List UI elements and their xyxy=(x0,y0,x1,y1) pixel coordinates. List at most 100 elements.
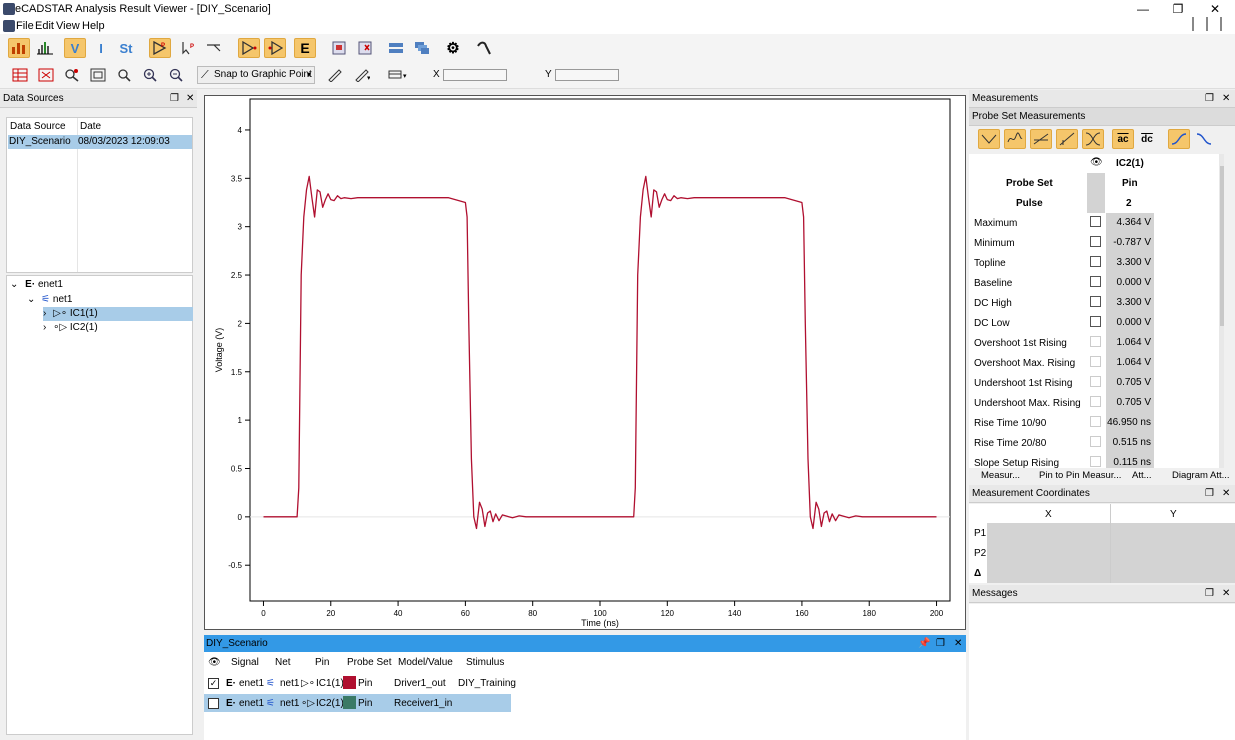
measurement-row[interactable]: Overshoot Max. Rising 1.064 V xyxy=(969,353,1224,373)
crossing-icon[interactable] xyxy=(1082,129,1104,149)
branch-probe-icon[interactable] xyxy=(203,38,225,58)
zoom-fit-icon[interactable] xyxy=(88,66,108,84)
pin-icon[interactable]: 📌 xyxy=(918,635,930,652)
row-visible-checkbox[interactable] xyxy=(208,698,219,709)
current-button[interactable]: I xyxy=(90,38,112,58)
tab-pin-to-pin[interactable]: Pin to Pin Measur... xyxy=(1039,470,1121,481)
app-menu-icon[interactable] xyxy=(3,20,15,32)
table-row[interactable]: ✓ E· enet1 ⚟ net1 ▷∘ IC1(1) Pin Driver1_… xyxy=(204,674,516,692)
float-icon[interactable]: ❐ xyxy=(170,90,179,108)
measurement-row[interactable]: Topline 3.300 V xyxy=(969,253,1224,273)
measurement-checkbox[interactable] xyxy=(1090,296,1101,307)
tree-item-ic2[interactable]: › ∘▷ IC2(1) xyxy=(43,321,98,335)
state-button[interactable]: St xyxy=(115,38,137,58)
measurement-checkbox[interactable] xyxy=(1090,416,1101,427)
ruler-icon[interactable] xyxy=(325,66,345,84)
falling-edge-icon[interactable] xyxy=(1193,129,1215,149)
measurement-checkbox[interactable] xyxy=(1090,276,1101,287)
split-horizontal-icon[interactable] xyxy=(385,38,407,58)
histogram-icon[interactable] xyxy=(34,38,56,58)
slope-icon[interactable] xyxy=(1056,129,1078,149)
chevron-right-icon[interactable]: › xyxy=(43,322,46,333)
waveform-plot[interactable]: -0.5 0 0.5 1 1.5 2 2.5 3 3.5 4 0 20 40 60 80 100 120 140 1… xyxy=(204,95,966,630)
tree-root[interactable]: ⌄ E· enet1 xyxy=(10,278,63,292)
zoom-box-icon[interactable] xyxy=(114,66,134,84)
measurement-row[interactable]: Rise Time 20/80 0.515 ns xyxy=(969,433,1224,453)
visibility-eye-icon[interactable]: 👁 xyxy=(208,657,221,668)
measurement-checkbox[interactable] xyxy=(1090,256,1101,267)
measurement-row[interactable]: DC High 3.300 V xyxy=(969,293,1224,313)
measurement-row[interactable]: Rise Time 10/90 46.950 ns xyxy=(969,413,1224,433)
menu-help[interactable]: Help xyxy=(82,20,105,32)
measurement-checkbox[interactable] xyxy=(1090,436,1101,447)
measurement-row[interactable]: Maximum 4.364 V xyxy=(969,213,1224,233)
measurement-row[interactable]: Overshoot 1st Rising 1.064 V xyxy=(969,333,1224,353)
measurement-checkbox[interactable] xyxy=(1090,376,1101,387)
tab-diagram-attributes[interactable]: Diagram Att... xyxy=(1172,470,1230,481)
measurement-checkbox[interactable] xyxy=(1090,456,1101,467)
marker-line-icon[interactable]: ▾ xyxy=(388,66,408,84)
close-button[interactable]: ✕ xyxy=(1205,2,1225,16)
color-swatch[interactable] xyxy=(343,676,356,689)
driver-probe-button[interactable]: P xyxy=(149,38,171,58)
maximum-minimum-icon[interactable] xyxy=(978,129,1000,149)
measurement-row[interactable]: Baseline 0.000 V xyxy=(969,273,1224,293)
zoom-region-icon[interactable] xyxy=(62,66,82,84)
zoom-in-icon[interactable] xyxy=(140,66,160,84)
chart-delete-icon[interactable] xyxy=(354,38,376,58)
waveform-chart-button[interactable] xyxy=(8,38,30,58)
x-coord-field[interactable] xyxy=(443,69,507,81)
chevron-down-icon[interactable]: ⌄ xyxy=(10,279,18,290)
measurement-row[interactable]: DC Low 0.000 V xyxy=(969,313,1224,333)
tree-item-ic1[interactable]: › ▷∘ IC1(1) xyxy=(43,307,193,321)
measurement-checkbox[interactable] xyxy=(1090,236,1101,247)
menu-edit[interactable]: Edit xyxy=(35,20,54,32)
close-panel-icon[interactable]: ✕ xyxy=(1222,485,1230,503)
measurement-row[interactable]: Undershoot 1st Rising 0.705 V xyxy=(969,373,1224,393)
close-panel-icon[interactable]: ✕ xyxy=(1222,585,1230,603)
chart-export-icon[interactable] xyxy=(328,38,350,58)
float-icon[interactable]: ❐ xyxy=(1205,585,1214,603)
tree-net[interactable]: ⌄ ⚟ net1 xyxy=(27,293,72,307)
menu-file[interactable]: File xyxy=(16,20,34,32)
float-icon[interactable]: ❐ xyxy=(936,635,945,652)
float-icon[interactable]: ❐ xyxy=(1205,90,1214,108)
zoom-out-icon[interactable] xyxy=(166,66,186,84)
ac-button[interactable]: ac xyxy=(1112,129,1134,149)
measurement-checkbox[interactable] xyxy=(1090,336,1101,347)
chevron-right-icon[interactable]: › xyxy=(43,308,46,319)
ringing-icon[interactable] xyxy=(1004,129,1026,149)
measurement-checkbox[interactable] xyxy=(1090,216,1101,227)
menu-view[interactable]: View xyxy=(56,20,80,32)
probe-tool-icon[interactable] xyxy=(473,38,495,58)
waveform-chart[interactable]: -0.500.511.522.533.540 20 40 60 80 100 120 140 1… xyxy=(205,96,965,629)
close-panel-icon[interactable]: ✕ xyxy=(954,635,962,652)
measure-tool-icon[interactable]: ▾ xyxy=(352,66,372,84)
color-swatch[interactable] xyxy=(343,696,356,709)
receiver-add-button[interactable] xyxy=(264,38,286,58)
probe-pointer-icon[interactable]: P xyxy=(177,38,199,58)
measurement-row[interactable]: Slope Setup Rising 0.115 ns xyxy=(969,453,1224,468)
cascade-windows-icon[interactable] xyxy=(411,38,433,58)
measurement-row[interactable]: Minimum -0.787 V xyxy=(969,233,1224,253)
close-panel-icon[interactable]: ✕ xyxy=(1222,90,1230,108)
rise-time-icon[interactable] xyxy=(1030,129,1052,149)
close-panel-icon[interactable]: ✕ xyxy=(186,90,194,108)
row-visible-checkbox[interactable]: ✓ xyxy=(208,678,219,689)
y-coord-field[interactable] xyxy=(555,69,619,81)
chevron-down-icon[interactable]: ⌄ xyxy=(27,294,35,305)
scrollbar-thumb[interactable] xyxy=(1220,166,1224,326)
measurement-checkbox[interactable] xyxy=(1090,356,1101,367)
rising-edge-icon[interactable] xyxy=(1168,129,1190,149)
measurement-checkbox[interactable] xyxy=(1090,316,1101,327)
grid-icon[interactable] xyxy=(10,66,30,84)
float-icon[interactable]: ❐ xyxy=(1205,485,1214,503)
tab-attributes[interactable]: Att... xyxy=(1132,470,1152,481)
dc-button[interactable]: dc xyxy=(1136,129,1158,149)
table-row[interactable]: DIY_Scenario 08/03/2023 12:09:03 xyxy=(8,135,192,149)
tab-measurements[interactable]: Measur... xyxy=(981,470,1020,481)
minimize-button[interactable]: — xyxy=(1133,2,1153,16)
enet-button[interactable]: E xyxy=(294,38,316,58)
driver-add-button[interactable] xyxy=(238,38,260,58)
voltage-button[interactable]: V xyxy=(64,38,86,58)
